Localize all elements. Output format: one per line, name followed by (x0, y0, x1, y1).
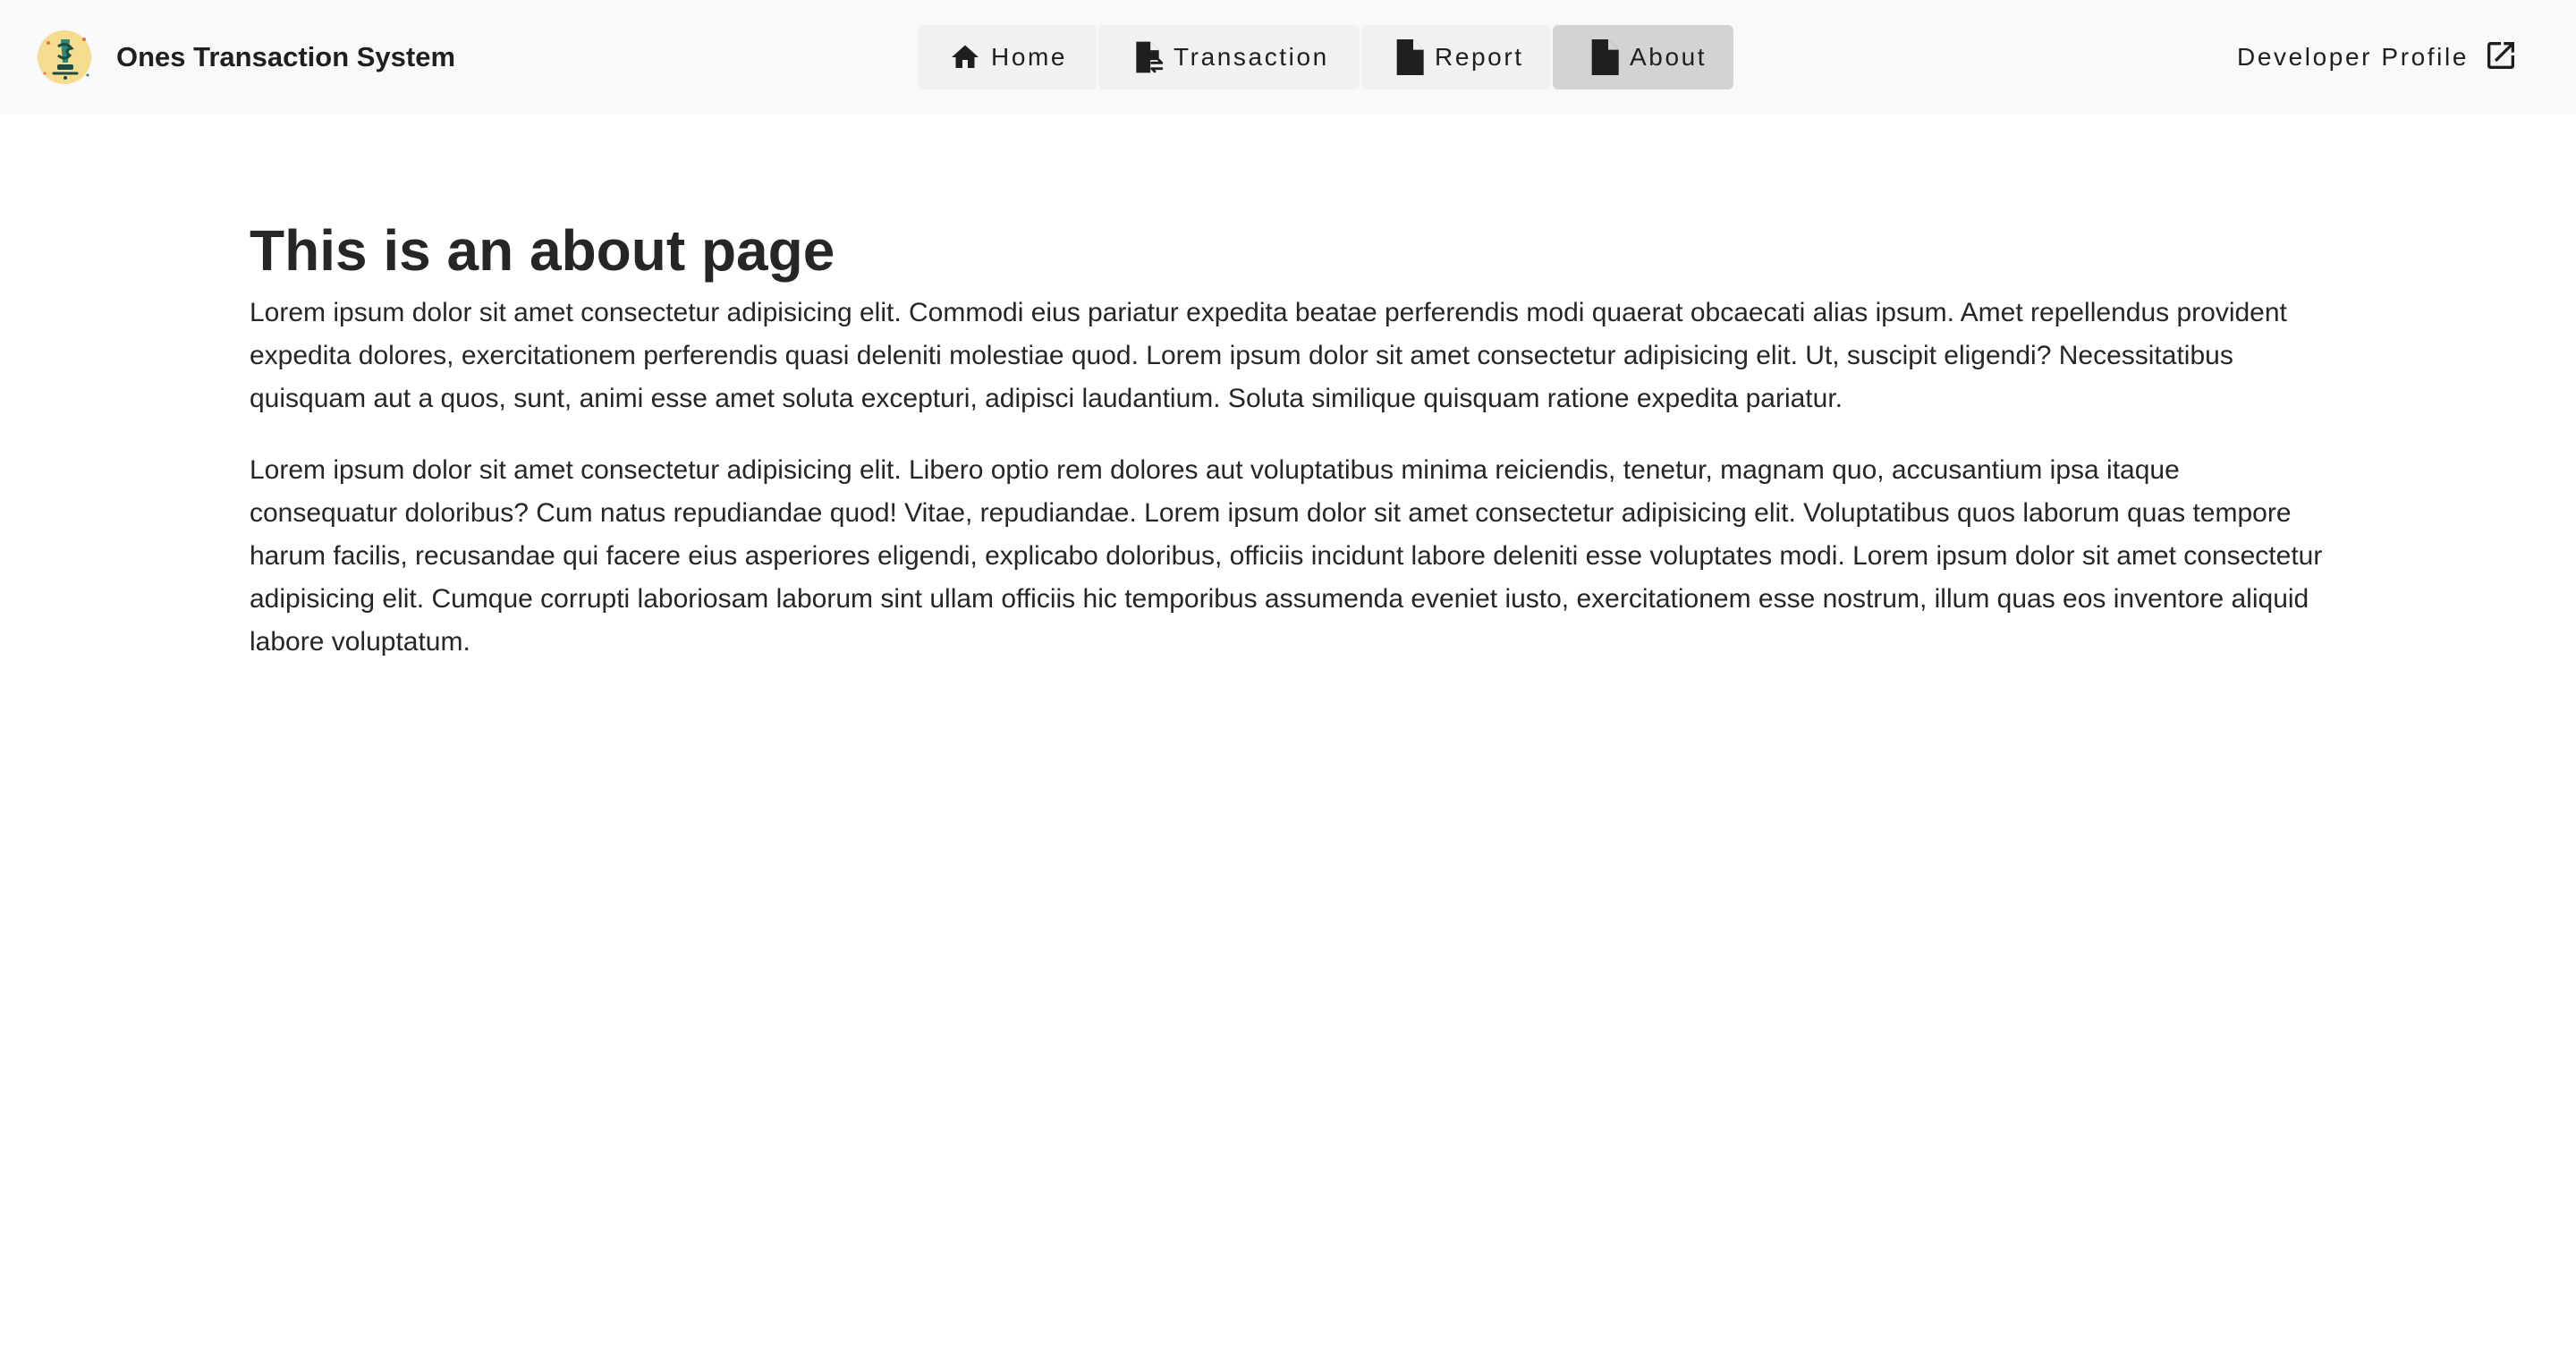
page-title: This is an about page (250, 218, 835, 283)
brand[interactable]: Ones Transaction System (34, 27, 455, 88)
app-title: Ones Transaction System (116, 41, 456, 72)
nav-item-label: Report (1435, 43, 1524, 71)
file-icon (1587, 39, 1621, 75)
about-content: This is an about page Lorem ipsum dolor … (250, 211, 2334, 664)
about-paragraph: Lorem ipsum dolor sit amet consectetur a… (250, 455, 2323, 657)
nav-item-report[interactable]: Report (1361, 25, 1551, 89)
file-icon (1392, 39, 1426, 75)
nav-item-transaction[interactable]: Transaction (1098, 25, 1360, 89)
nav-item-about[interactable]: About (1553, 25, 1733, 89)
developer-profile-label: Developer Profile (2237, 43, 2469, 71)
main-nav: Home Transaction Report About (918, 25, 1733, 89)
developer-profile-link[interactable]: Developer Profile (2237, 27, 2519, 88)
nav-item-label: About (1630, 43, 1707, 71)
nav-item-label: Transaction (1174, 43, 1329, 71)
home-icon (948, 39, 982, 75)
dollar-pen-logo-icon (34, 27, 95, 88)
nav-item-home[interactable]: Home (918, 25, 1097, 89)
top-navbar: Ones Transaction System Home Transaction (0, 0, 2576, 114)
nav-item-label: Home (991, 43, 1068, 71)
about-paragraph: Lorem ipsum dolor sit amet consectetur a… (250, 298, 2287, 413)
open-in-new-icon (2483, 38, 2519, 78)
file-transfer-icon (1131, 39, 1165, 75)
